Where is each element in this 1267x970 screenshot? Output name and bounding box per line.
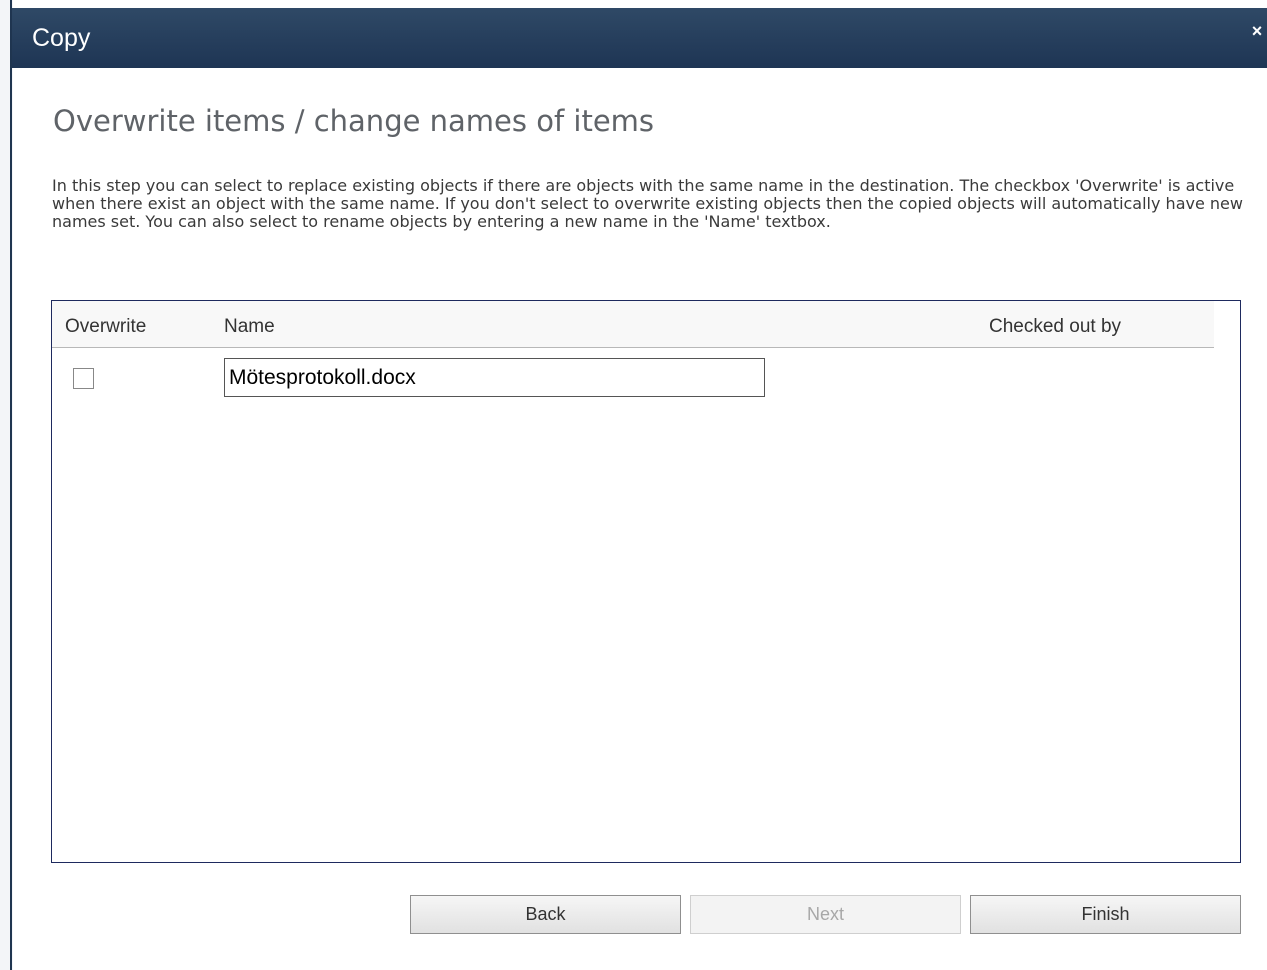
close-icon[interactable]: × <box>1247 20 1267 42</box>
next-button[interactable]: Next <box>690 895 961 934</box>
name-input[interactable] <box>224 358 765 397</box>
dialog-titlebar: Copy × <box>12 8 1267 68</box>
page-heading: Overwrite items / change names of items <box>53 104 655 138</box>
table-header: Overwrite Name Checked out by <box>52 301 1214 348</box>
items-table: Overwrite Name Checked out by <box>51 300 1241 863</box>
column-header-name: Name <box>224 316 275 337</box>
overwrite-checkbox[interactable] <box>73 368 94 389</box>
column-header-overwrite: Overwrite <box>65 316 147 337</box>
finish-button[interactable]: Finish <box>970 895 1241 934</box>
dialog-title: Copy <box>32 24 91 52</box>
back-button[interactable]: Back <box>410 895 681 934</box>
step-description: In this step you can select to replace e… <box>52 176 1243 231</box>
window-left-border <box>10 0 12 970</box>
column-header-checked-out-by: Checked out by <box>989 316 1122 337</box>
table-row <box>52 358 1214 398</box>
